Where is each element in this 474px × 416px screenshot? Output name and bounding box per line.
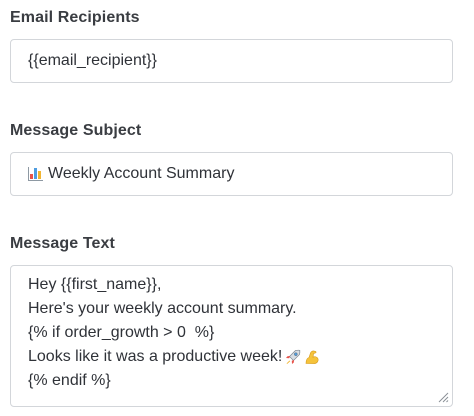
message-text-line-with-emoji: Looks like it was a productive week! <box>28 345 435 369</box>
email-recipients-value: {{email_recipient}} <box>28 52 157 69</box>
message-text-line: {% if order_growth > 0 %} <box>28 324 215 341</box>
message-subject-value: Weekly Account Summary <box>48 165 235 182</box>
message-text-line: Looks like it was a productive week! <box>28 348 283 365</box>
message-text-line: {% endif %} <box>28 372 111 389</box>
message-subject-label: Message Subject <box>10 122 142 139</box>
email-recipients-input[interactable]: {{email_recipient}} <box>10 39 453 83</box>
message-text-label: Message Text <box>10 235 115 252</box>
message-text-line: Here's your weekly account summary. <box>28 300 297 317</box>
message-text-line: Hey {{first_name}}, <box>28 276 162 293</box>
message-subject-input[interactable]: Weekly Account Summary <box>10 152 453 196</box>
rocket-icon <box>286 349 301 364</box>
message-text-textarea[interactable]: Hey {{first_name}}, Here's your weekly a… <box>10 265 453 407</box>
resize-handle-icon[interactable] <box>437 391 449 403</box>
flexed-biceps-icon <box>306 350 319 364</box>
bar-chart-icon <box>28 167 43 181</box>
email-recipients-label: Email Recipients <box>10 9 140 26</box>
